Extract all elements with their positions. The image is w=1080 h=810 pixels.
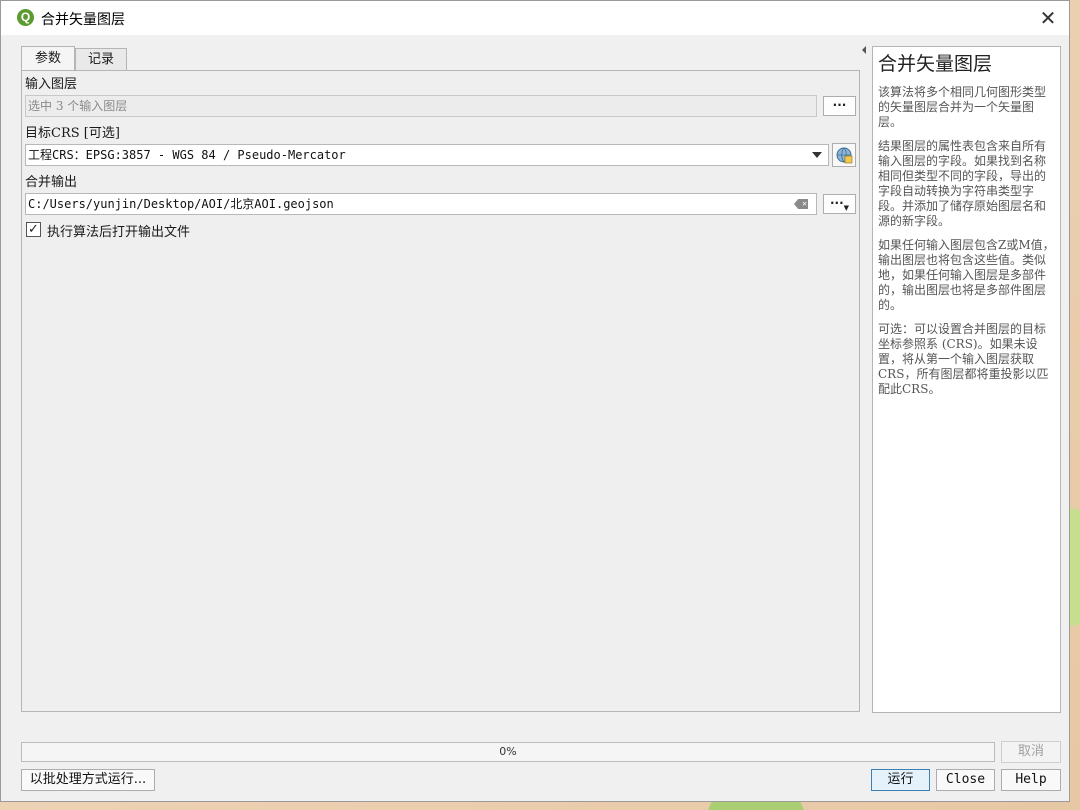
input-layers-field: 选中 3 个输入图层 xyxy=(25,95,817,117)
help-paragraph: 结果图层的属性表包含来自所有输入图层的字段。如果找到名称相同但类型不同的字段，导… xyxy=(878,139,1047,228)
close-icon[interactable]: ✕ xyxy=(1035,5,1061,31)
window-title: 合并矢量图层 xyxy=(41,11,125,27)
batch-process-button[interactable]: 以批处理方式运行... xyxy=(21,769,155,791)
collapse-arrow-icon[interactable] xyxy=(862,46,866,54)
title-bar: Q 合并矢量图层 ✕ xyxy=(1,1,1069,35)
merged-output-path-input[interactable]: C:/Users/yunjin/Desktop/AOI/北京AOI.geojso… xyxy=(25,193,817,215)
merged-output-path-value: C:/Users/yunjin/Desktop/AOI/北京AOI.geojso… xyxy=(28,197,334,211)
crs-globe-icon xyxy=(836,147,853,164)
qgis-icon: Q xyxy=(17,9,34,26)
run-button[interactable]: 运行 xyxy=(871,769,930,791)
chevron-down-icon: ▼ xyxy=(843,204,850,212)
target-crs-value: 工程CRS：EPSG:3857 - WGS 84 / Pseudo-Mercat… xyxy=(28,148,346,162)
help-panel: 合并矢量图层 该算法将多个相同几何图形类型的矢量图层合并为一个矢量图层。 结果图… xyxy=(872,46,1061,713)
open-output-label: 执行算法后打开输出文件 xyxy=(47,225,191,240)
help-paragraph: 如果任何输入图层包含Z或M值，输出图层也将包含这些值。类似地，如果任何输入图层是… xyxy=(878,238,1055,312)
tab-parameters[interactable]: 参数 xyxy=(21,46,75,72)
crs-select-button[interactable] xyxy=(832,143,856,167)
target-crs-select[interactable]: 工程CRS：EPSG:3857 - WGS 84 / Pseudo-Mercat… xyxy=(25,144,829,166)
cancel-button[interactable]: 取消 xyxy=(1001,741,1061,763)
help-title: 合并矢量图层 xyxy=(878,53,993,75)
input-layers-label: 输入图层 xyxy=(25,77,78,92)
progress-text: 0% xyxy=(499,745,517,758)
open-output-checkbox[interactable]: ✓ xyxy=(26,222,41,237)
help-paragraph: 该算法将多个相同几何图形类型的矢量图层合并为一个矢量图层。 xyxy=(878,85,1047,129)
help-button[interactable]: Help xyxy=(1001,769,1061,791)
close-button[interactable]: Close xyxy=(936,769,995,791)
merged-output-browse-button[interactable]: ···▼ xyxy=(823,194,856,214)
browse-dots: ··· xyxy=(829,196,844,210)
dialog-window: Q 合并矢量图层 ✕ 参数 记录 输入图层 选中 3 个输入图层 ··· 目标C… xyxy=(0,0,1070,802)
merged-output-label: 合并输出 xyxy=(25,175,78,190)
chevron-down-icon xyxy=(812,152,822,158)
input-layers-browse-button[interactable]: ··· xyxy=(823,96,856,116)
tab-log[interactable]: 记录 xyxy=(75,48,127,70)
target-crs-label: 目标CRS [可选] xyxy=(25,126,120,141)
clear-icon[interactable]: ✕ xyxy=(794,199,808,209)
progress-bar: 0% xyxy=(21,742,995,762)
help-paragraph: 可选：可以设置合并图层的目标坐标参照系 (CRS)。如果未设置，将从第一个输入图… xyxy=(878,322,1049,396)
parameters-panel xyxy=(21,70,860,712)
